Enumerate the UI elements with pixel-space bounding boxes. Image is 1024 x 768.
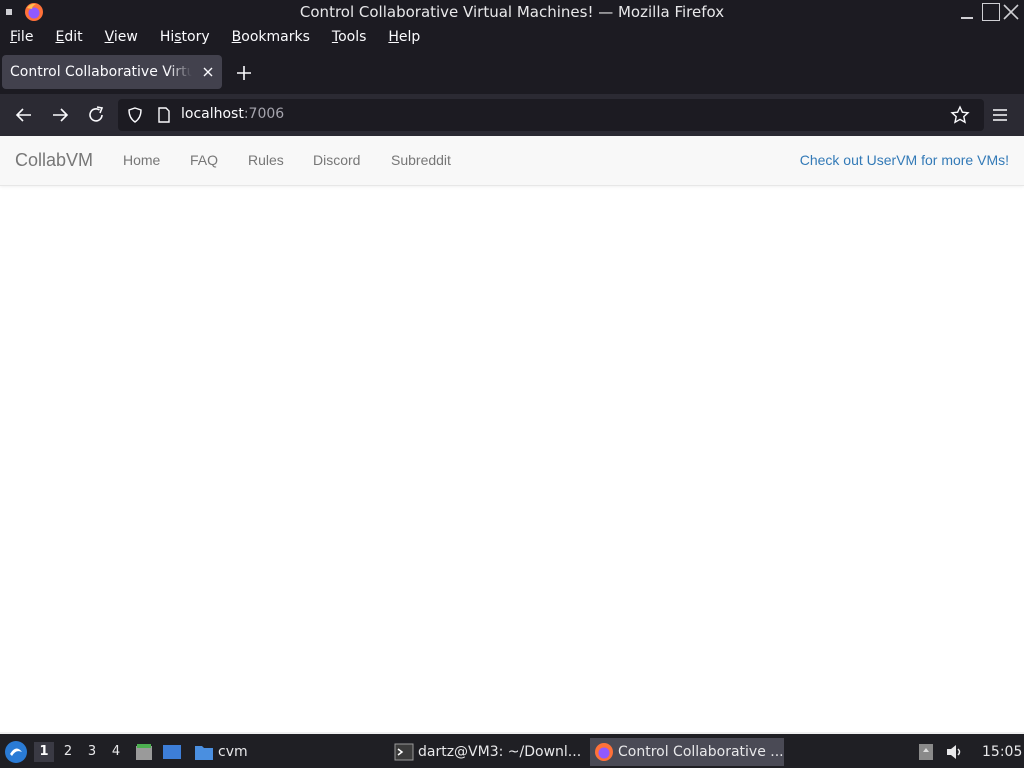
navigation-toolbar: localhost:7006: [0, 94, 1024, 136]
folder-cvm-label[interactable]: cvm: [218, 744, 248, 760]
new-tab-button[interactable]: [234, 63, 254, 83]
terminal-task-label: dartz@VM3: ~/Downl...: [418, 744, 582, 760]
forward-button[interactable]: [49, 104, 71, 126]
folder-icon[interactable]: [194, 742, 214, 762]
menu-tools[interactable]: Tools: [332, 29, 367, 45]
close-window-button[interactable]: [1002, 3, 1020, 21]
taskbar-firefox-task[interactable]: Control Collaborative ...: [590, 738, 784, 766]
volume-icon[interactable]: [944, 742, 964, 762]
window-title: Control Collaborative Virtual Machines! …: [299, 3, 725, 21]
back-button[interactable]: [13, 104, 35, 126]
tab-strip: Control Collaborative Virtual Machines!: [0, 50, 1024, 94]
clipboard-tray-icon[interactable]: [916, 742, 936, 762]
url-text: localhost:7006: [181, 106, 285, 122]
taskbar: 1 2 3 4 cvm dartz@VM3: ~/Downl... Contro…: [0, 732, 1024, 768]
taskbar-terminal-task[interactable]: dartz@VM3: ~/Downl...: [390, 738, 586, 766]
window-titlebar: Control Collaborative Virtual Machines! …: [0, 0, 1024, 24]
bookmark-star-icon[interactable]: [950, 105, 970, 125]
menu-history[interactable]: History: [160, 29, 210, 45]
nav-link-faq[interactable]: FAQ: [190, 152, 218, 168]
menu-file[interactable]: File: [10, 29, 33, 45]
show-desktop-icon[interactable]: [162, 742, 182, 762]
workspace-4[interactable]: 4: [106, 742, 126, 762]
menu-bookmarks[interactable]: Bookmarks: [232, 29, 310, 45]
nav-link-discord[interactable]: Discord: [313, 152, 360, 168]
menu-edit[interactable]: Edit: [55, 29, 82, 45]
menu-bar: File Edit View History Bookmarks Tools H…: [0, 24, 1024, 50]
workspace-2[interactable]: 2: [58, 742, 78, 762]
url-bar[interactable]: localhost:7006: [118, 99, 984, 131]
nav-link-subreddit[interactable]: Subreddit: [391, 152, 451, 168]
workspace-1[interactable]: 1: [34, 742, 54, 762]
file-manager-icon[interactable]: [134, 742, 154, 762]
tracking-protection-shield-icon[interactable]: [126, 106, 144, 124]
nav-link-home[interactable]: Home: [123, 152, 160, 168]
uservm-promo-link[interactable]: Check out UserVM for more VMs!: [800, 152, 1009, 168]
workspace-3[interactable]: 3: [82, 742, 102, 762]
site-brand-link[interactable]: CollabVM: [15, 150, 93, 171]
clock[interactable]: 15:05: [982, 744, 1022, 760]
app-menu-hamburger-icon[interactable]: [990, 104, 1010, 126]
tab-title: Control Collaborative Virtual Machines!: [10, 64, 192, 80]
nav-link-rules[interactable]: Rules: [248, 152, 284, 168]
maximize-window-button[interactable]: [982, 3, 1000, 21]
reload-button[interactable]: [85, 104, 107, 126]
terminal-icon: [394, 743, 414, 761]
firefox-icon: [595, 743, 613, 761]
minimize-window-button[interactable]: [958, 3, 976, 21]
page-content: CollabVM Home FAQ Rules Discord Subreddi…: [0, 136, 1024, 732]
close-tab-icon[interactable]: [200, 64, 216, 80]
start-menu-icon[interactable]: [4, 740, 28, 764]
tab-collabvm[interactable]: Control Collaborative Virtual Machines!: [2, 55, 222, 89]
menu-view[interactable]: View: [105, 29, 138, 45]
site-navbar: CollabVM Home FAQ Rules Discord Subreddi…: [0, 136, 1024, 186]
menu-help[interactable]: Help: [388, 29, 420, 45]
firefox-task-label: Control Collaborative ...: [618, 744, 784, 760]
page-info-icon[interactable]: [156, 106, 172, 124]
